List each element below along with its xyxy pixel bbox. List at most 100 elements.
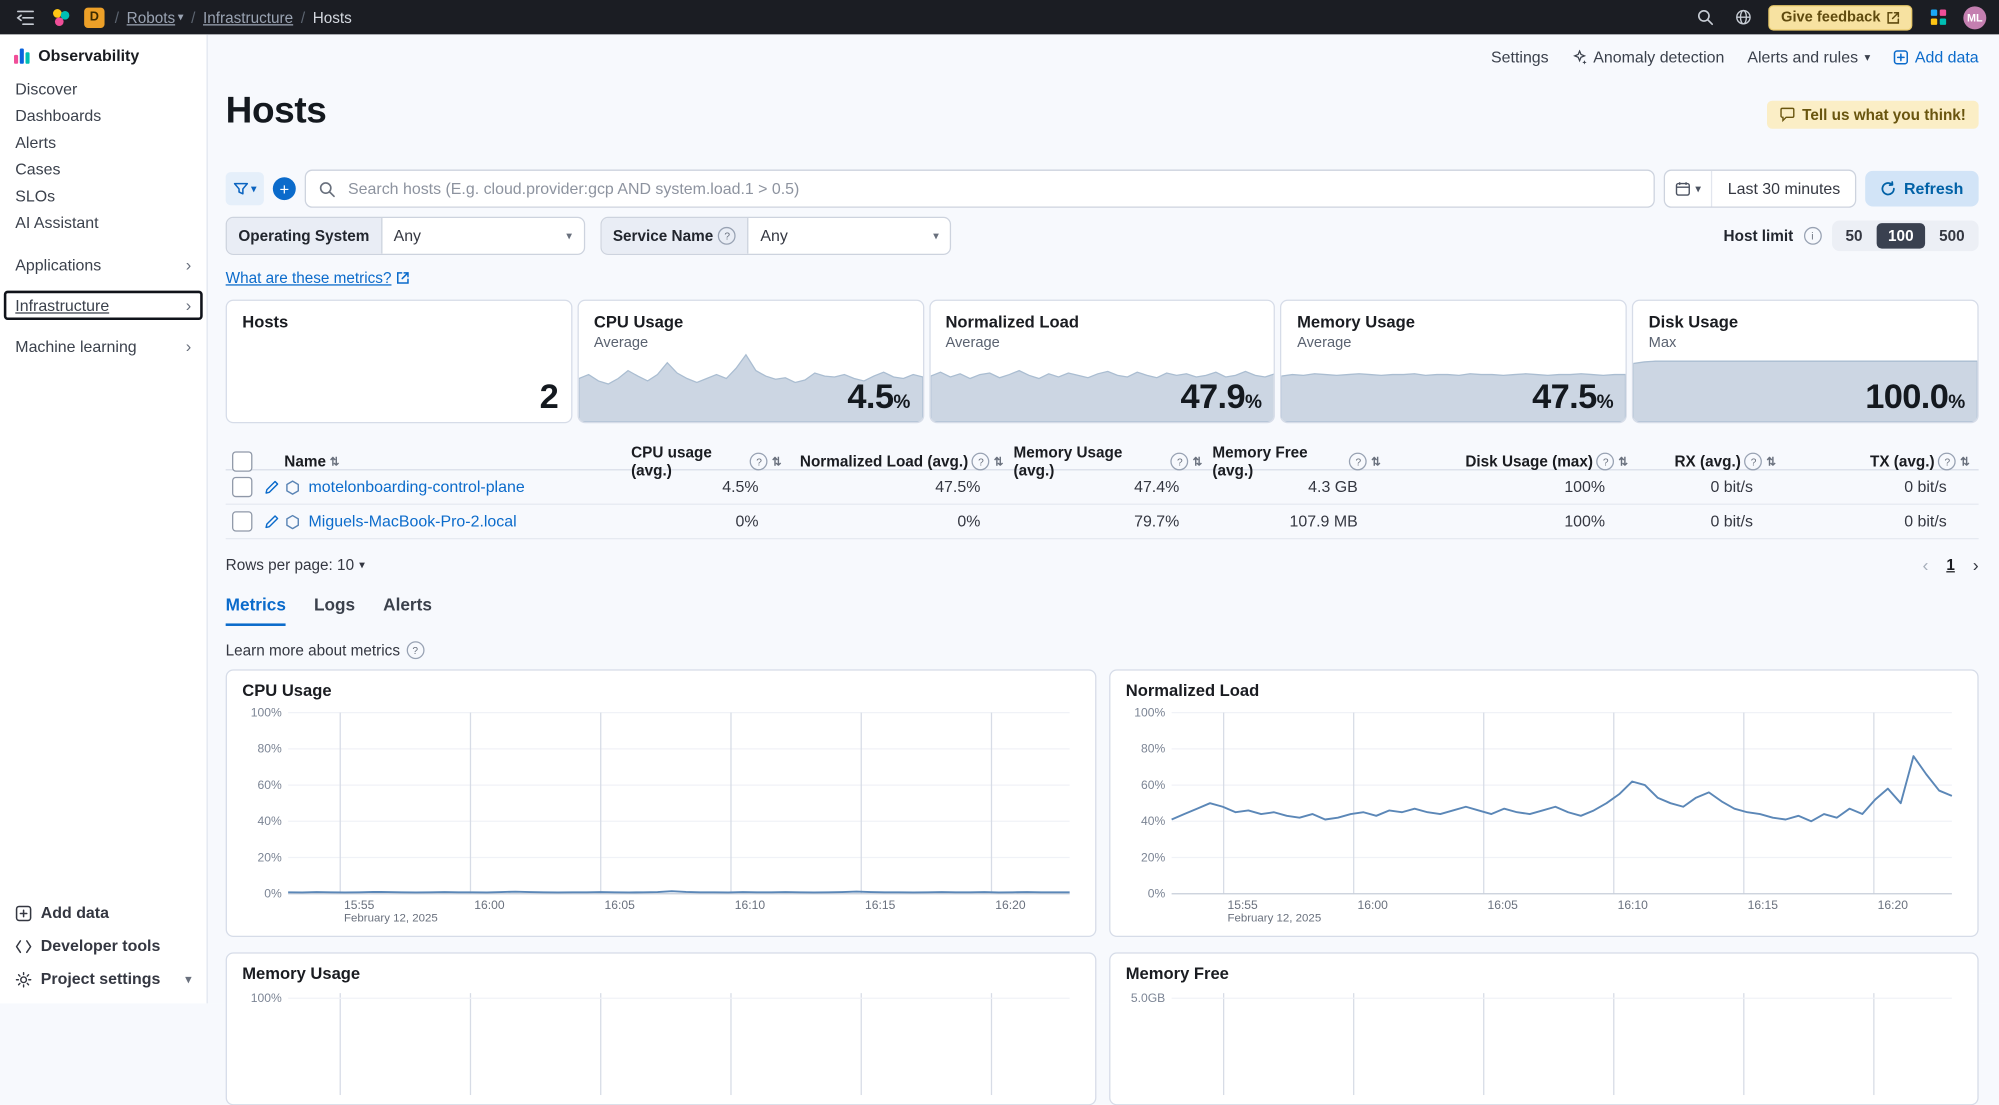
sidebar-item-alerts[interactable]: Alerts [0, 129, 207, 156]
next-page-button[interactable]: › [1973, 555, 1979, 575]
sidebar-item-cases[interactable]: Cases [0, 156, 207, 183]
settings-button[interactable]: Settings [1491, 48, 1549, 66]
feedback-badge[interactable]: Tell us what you think! [1766, 101, 1978, 129]
row-checkbox[interactable] [232, 477, 252, 497]
sidebar-solution-title: Observability [13, 47, 194, 65]
add-data-button[interactable]: Add data [1893, 48, 1978, 66]
sidebar-item-slos[interactable]: SLOs [0, 182, 207, 209]
svg-text:16:20: 16:20 [995, 898, 1026, 912]
column-name[interactable]: Name ⇅ [284, 453, 631, 471]
breadcrumb-infrastructure[interactable]: Infrastructure [203, 8, 293, 26]
column-cpu[interactable]: CPU usage (avg.)?⇅ [631, 444, 792, 480]
page-number-button[interactable]: 1 [1946, 556, 1955, 574]
column-tx[interactable]: TX (avg.)?⇅ [1786, 453, 1980, 471]
operating-system-label: Operating System [227, 218, 382, 254]
alerts-and-rules-menu[interactable]: Alerts and rules ▾ [1747, 48, 1870, 66]
svg-text:16:05: 16:05 [1488, 898, 1519, 912]
sidebar-group-infrastructure[interactable]: Infrastructure › [5, 292, 201, 319]
service-name-select[interactable]: Any ▾ [749, 218, 950, 254]
search-icon[interactable] [1692, 4, 1717, 29]
sidebar-group-applications[interactable]: Applications › [5, 251, 201, 278]
sidebar-group-machine-learning[interactable]: Machine learning › [5, 333, 201, 360]
saved-query-menu-button[interactable]: ▾ [226, 172, 264, 205]
globe-icon[interactable] [1730, 4, 1755, 29]
kpi-hosts[interactable]: Hosts 2 [226, 300, 573, 424]
sidebar-item-dashboards[interactable]: Dashboards [0, 102, 207, 129]
info-icon: ? [1597, 453, 1615, 471]
service-name-label: Service Name ? [601, 218, 749, 254]
what-are-these-metrics-link[interactable]: What are these metrics? [226, 269, 410, 287]
memory-usage-chart[interactable]: 100% [242, 988, 1080, 1095]
breadcrumb-separator: / [191, 8, 195, 26]
elastic-logo[interactable] [48, 4, 73, 29]
projects-grid-icon[interactable] [1925, 4, 1950, 29]
sidebar-add-data[interactable]: Add data [0, 896, 207, 929]
column-memory-free[interactable]: Memory Free (avg.)?⇅ [1212, 444, 1390, 480]
cell-disk: 100% [1391, 478, 1638, 496]
column-memory-usage[interactable]: Memory Usage (avg.)?⇅ [1014, 444, 1213, 480]
host-limit-100[interactable]: 100 [1877, 223, 1925, 248]
cpu-usage-chart[interactable]: 0%20%40%60%80%100%15:55February 12, 2025… [242, 705, 1080, 929]
tab-alerts[interactable]: Alerts [383, 595, 432, 626]
row-checkbox[interactable] [232, 511, 252, 531]
host-limit-500[interactable]: 500 [1928, 223, 1976, 248]
kpi-normalized-load[interactable]: Normalized Load Average 47.9% [929, 300, 1276, 424]
sidebar-item-discover[interactable]: Discover [0, 75, 207, 102]
cell-memory: 47.4% [1014, 478, 1213, 496]
previous-page-button[interactable]: ‹ [1923, 555, 1929, 575]
svg-text:16:10: 16:10 [1618, 898, 1649, 912]
time-range-label[interactable]: Last 30 minutes [1712, 180, 1855, 198]
host-name-link[interactable]: motelonboarding-control-plane [309, 478, 525, 496]
rows-per-page-button[interactable]: Rows per page: 10 ▾ [226, 556, 365, 574]
give-feedback-button[interactable]: Give feedback [1768, 4, 1912, 29]
host-limit-label: Host limit [1724, 227, 1794, 245]
memory-free-chart[interactable]: 5.0GB [1126, 988, 1962, 1095]
sidebar-developer-tools[interactable]: Developer tools [0, 929, 207, 962]
cell-tx: 0 bit/s [1786, 478, 1980, 496]
tab-metrics[interactable]: Metrics [226, 595, 286, 626]
operating-system-select[interactable]: Any ▾ [382, 218, 583, 254]
sidebar-project-settings[interactable]: Project settings ▾ [0, 963, 207, 996]
search-input[interactable] [345, 178, 1640, 198]
anomaly-detection-button[interactable]: Anomaly detection [1572, 48, 1725, 66]
filters-row: Operating System Any ▾ Service Name ? An… [226, 218, 1979, 254]
user-avatar[interactable]: ML [1963, 6, 1986, 29]
table-footer: Rows per page: 10 ▾ ‹ 1 › [226, 555, 1979, 575]
open-host-details-button[interactable] [259, 514, 284, 529]
kpi-memory-usage[interactable]: Memory Usage Average 47.5% [1280, 300, 1627, 424]
column-normalized-load[interactable]: Normalized Load (avg.)?⇅ [792, 453, 1014, 471]
column-rx[interactable]: RX (avg.)?⇅ [1638, 453, 1786, 471]
refresh-button[interactable]: Refresh [1866, 171, 1979, 207]
breadcrumb-robots[interactable]: Robots ▾ [127, 8, 184, 26]
collapse-nav-icon[interactable] [13, 4, 38, 29]
svg-text:16:10: 16:10 [735, 898, 766, 912]
svg-text:60%: 60% [258, 778, 282, 792]
sort-icon: ⇅ [1766, 455, 1776, 469]
tab-logs[interactable]: Logs [314, 595, 355, 626]
kpi-disk-usage[interactable]: Disk Usage Max 100.0% [1632, 300, 1979, 424]
cell-cpu: 4.5% [631, 478, 792, 496]
chevron-down-icon: ▾ [1864, 52, 1870, 63]
add-filter-button[interactable]: + [273, 177, 296, 200]
kpi-cpu-usage[interactable]: CPU Usage Average 4.5% [577, 300, 924, 424]
breadcrumb-separator: / [301, 8, 305, 26]
column-disk-usage[interactable]: Disk Usage (max)?⇅ [1391, 453, 1638, 471]
host-name-link[interactable]: Miguels-MacBook-Pro-2.local [309, 513, 517, 531]
pencil-icon [264, 479, 279, 494]
deployment-badge[interactable]: D [84, 7, 104, 27]
info-icon: ? [1349, 453, 1367, 471]
svg-text:60%: 60% [1141, 778, 1165, 792]
detail-tabs: Metrics Logs Alerts [226, 595, 1979, 626]
svg-text:0%: 0% [1148, 887, 1166, 901]
host-limit-50[interactable]: 50 [1834, 223, 1874, 248]
open-host-details-button[interactable] [259, 479, 284, 494]
chevron-down-icon: ▾ [178, 11, 184, 22]
top-header: D / Robots ▾ / Infrastructure / Hosts Gi… [0, 0, 1999, 34]
learn-more-metrics[interactable]: Learn more about metrics ? [226, 641, 1979, 659]
normalized-load-chart[interactable]: 0%20%40%60%80%100%15:55February 12, 2025… [1126, 705, 1962, 929]
date-quick-select-button[interactable]: ▾ [1665, 171, 1713, 207]
select-all-checkbox[interactable] [232, 451, 252, 471]
sort-icon: ⇅ [772, 455, 782, 469]
sidebar-item-ai-assistant[interactable]: AI Assistant [0, 209, 207, 236]
gear-icon [15, 971, 32, 988]
